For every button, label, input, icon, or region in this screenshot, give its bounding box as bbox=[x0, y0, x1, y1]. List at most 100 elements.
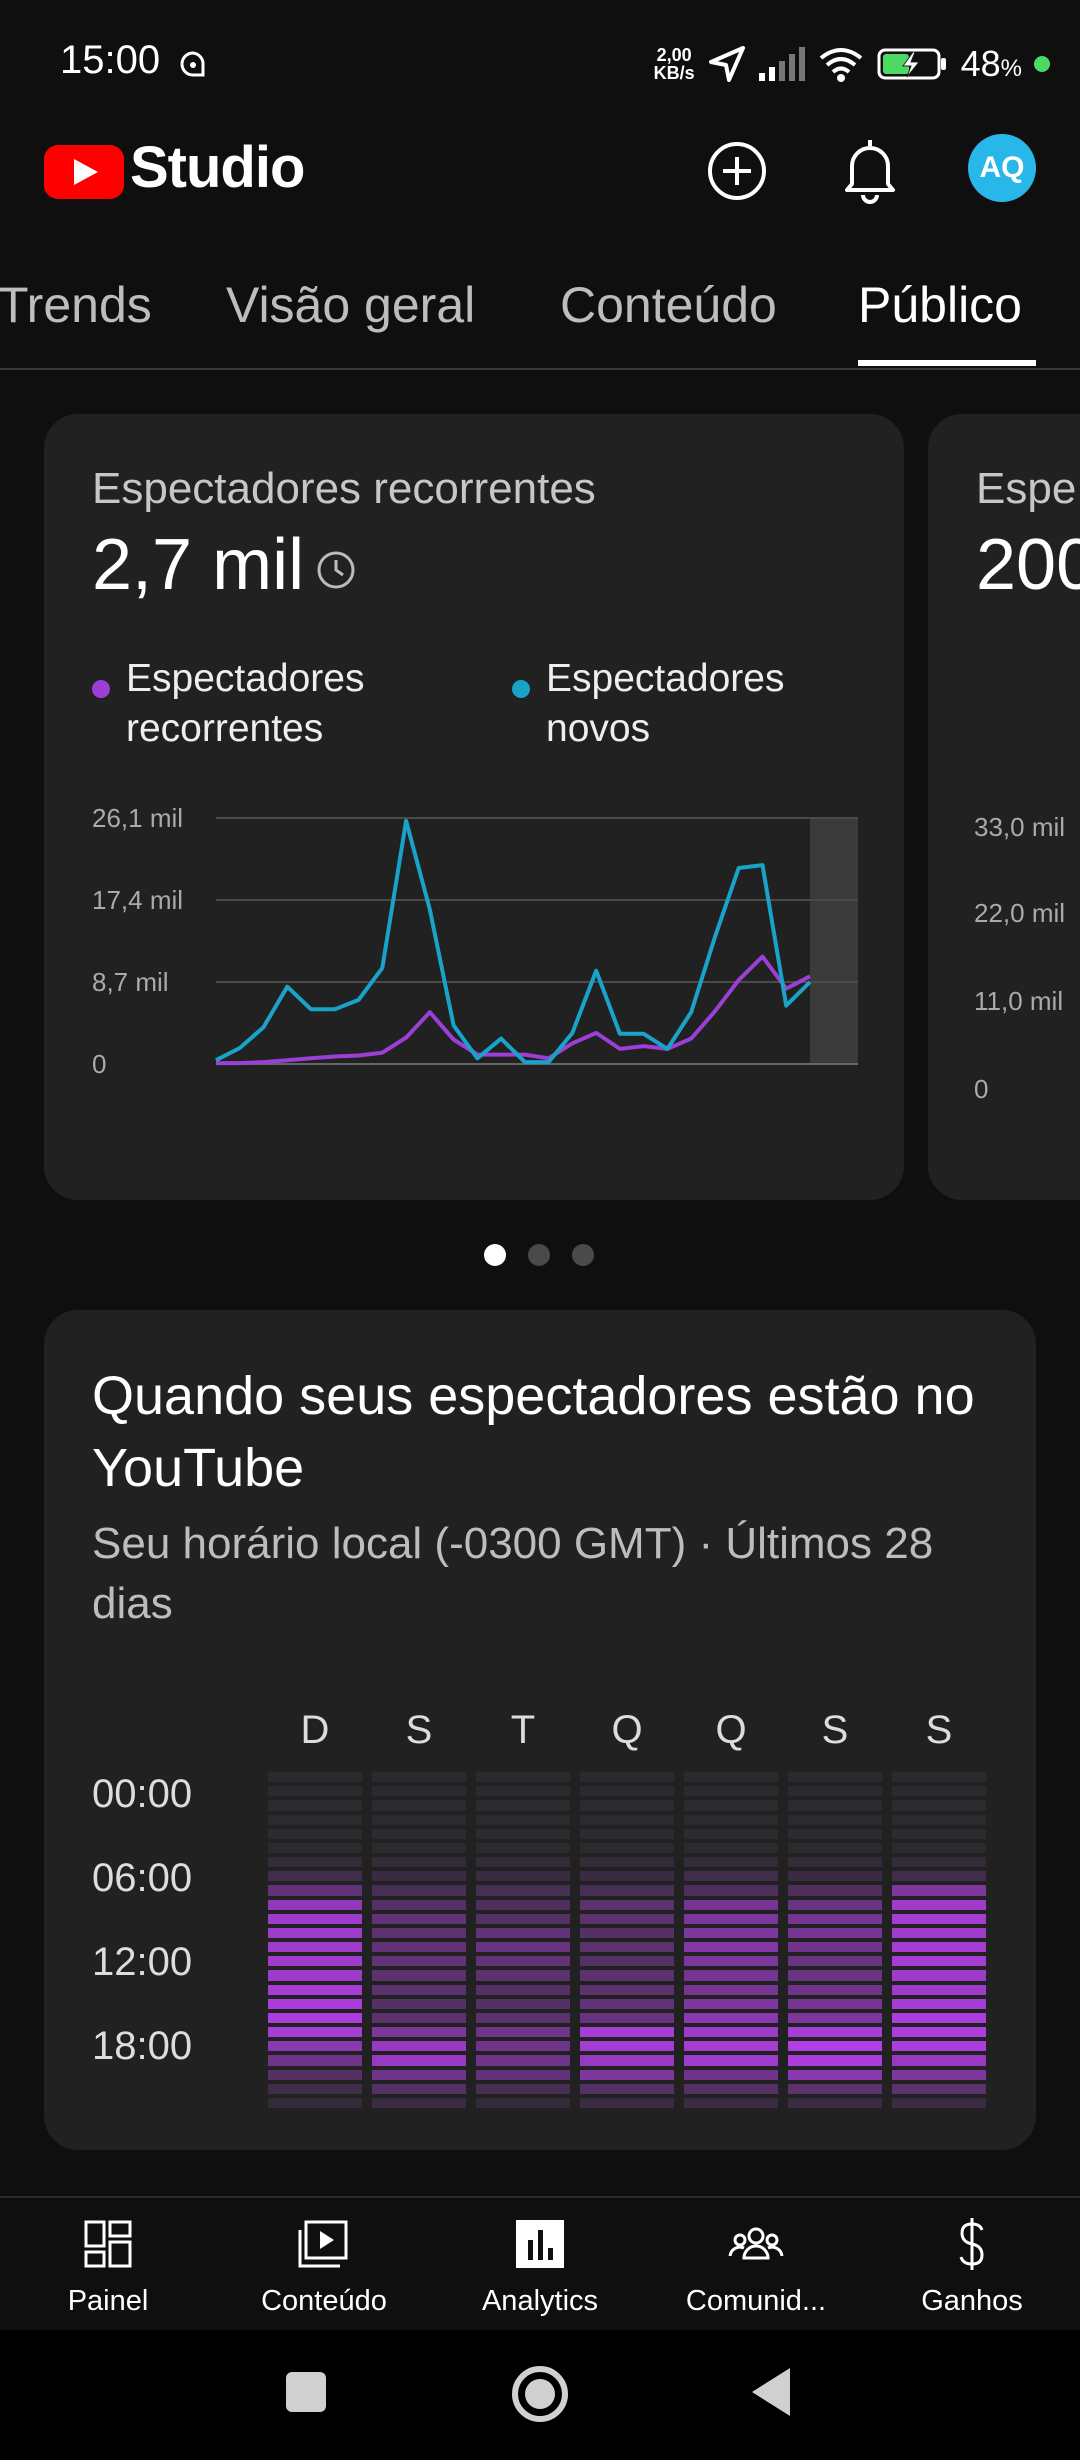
heatmap-cell bbox=[684, 1956, 778, 1967]
legend-label-line2: recorrentes bbox=[126, 707, 324, 750]
avatar[interactable]: AQ bbox=[968, 134, 1036, 202]
series-line-returning bbox=[216, 954, 811, 1066]
heatmap-cell bbox=[892, 1913, 986, 1924]
heatmap-cell bbox=[684, 1772, 778, 1783]
heatmap-cell bbox=[476, 2041, 570, 2052]
nav-dashboard[interactable]: Painel bbox=[0, 2216, 216, 2318]
tab-audience[interactable]: Público bbox=[858, 276, 1022, 334]
heatmap-cell bbox=[268, 1998, 362, 2009]
heatmap-column[interactable] bbox=[372, 1772, 466, 2109]
heatmap-cell bbox=[684, 2097, 778, 2109]
heatmap-cell bbox=[372, 1828, 466, 1839]
bottom-nav: Painel Conteúdo Analytics Comunid... Gan… bbox=[0, 2196, 1080, 2332]
heatmap-column[interactable] bbox=[268, 1772, 362, 2109]
next-card-peek[interactable]: Espe 200 33,0 mil 22,0 mil 11,0 mil 0 bbox=[928, 414, 1080, 1200]
heatmap-column[interactable] bbox=[892, 1772, 986, 2109]
heatmap-cell bbox=[788, 1857, 882, 1868]
viewers-line-chart[interactable]: 26,1 mil17,4 mil8,7 mil030 de mai.26 de … bbox=[44, 794, 904, 1094]
heatmap-cell bbox=[476, 1885, 570, 1896]
heatmap-cell bbox=[580, 1956, 674, 1967]
heatmap-cell bbox=[788, 1970, 882, 1981]
y-tick-label: 26,1 mil bbox=[92, 803, 183, 833]
heatmap-day-label: S bbox=[405, 1708, 433, 1752]
notifications-bell-icon[interactable] bbox=[840, 136, 900, 204]
home-button[interactable] bbox=[512, 2366, 568, 2422]
heatmap-cell bbox=[892, 2055, 986, 2066]
heatmap-column[interactable] bbox=[788, 1772, 882, 2109]
heatmap-cell bbox=[580, 2069, 674, 2080]
nav-content[interactable]: Conteúdo bbox=[216, 2216, 432, 2318]
community-icon bbox=[728, 2227, 784, 2260]
clock-icon[interactable] bbox=[316, 550, 356, 590]
card-value: 2,7 mil bbox=[92, 525, 305, 605]
heatmap-cell bbox=[580, 1998, 674, 2009]
pager-dot[interactable] bbox=[572, 1244, 594, 1266]
heatmap-cell bbox=[892, 1828, 986, 1839]
current-period-band bbox=[810, 818, 858, 1064]
recents-button[interactable] bbox=[286, 2372, 326, 2412]
dollar-icon bbox=[959, 2218, 984, 2270]
heatmap-hour-label: 12:00 bbox=[92, 1940, 193, 1984]
tab-content[interactable]: Conteúdo bbox=[560, 276, 777, 334]
pager-dot[interactable] bbox=[484, 1244, 506, 1266]
nav-label: Conteúdo bbox=[261, 2285, 387, 2317]
heatmap-hour-label: 06:00 bbox=[92, 1856, 193, 1900]
heatmap-column[interactable] bbox=[580, 1772, 674, 2109]
heatmap-cell bbox=[684, 2027, 778, 2038]
heatmap-cell bbox=[788, 2097, 882, 2109]
returning-viewers-card[interactable]: Espectadores recorrentes 2,7 mil Especta… bbox=[44, 414, 904, 1200]
viewers-activity-card[interactable]: Quando seus espectadores estão no YouTub… bbox=[44, 1310, 1036, 2150]
heatmap-cell bbox=[372, 1814, 466, 1825]
heatmap-cell bbox=[372, 1800, 466, 1811]
heatmap-cell bbox=[268, 1772, 362, 1783]
tab-trends[interactable]: Trends bbox=[0, 276, 152, 334]
heatmap-cell bbox=[580, 1942, 674, 1953]
heatmap-cell bbox=[892, 2012, 986, 2024]
heatmap-cell bbox=[580, 1927, 674, 1939]
heatmap-cell bbox=[268, 2083, 362, 2094]
nav-analytics[interactable]: Analytics bbox=[432, 2216, 648, 2318]
heatmap-cell bbox=[580, 2097, 674, 2109]
heatmap-cell bbox=[372, 1786, 466, 1797]
peek-y-tick: 22,0 mil bbox=[974, 898, 1066, 928]
heatmap-column[interactable] bbox=[684, 1772, 778, 2109]
nav-earnings[interactable]: Ganhos bbox=[864, 2216, 1080, 2318]
nav-community[interactable]: Comunid... bbox=[648, 2216, 864, 2318]
pager-dot[interactable] bbox=[528, 1244, 550, 1266]
heatmap-cell bbox=[268, 1786, 362, 1797]
heatmap-cell bbox=[892, 2041, 986, 2052]
content-icon bbox=[298, 2220, 348, 2268]
heatmap-cell bbox=[684, 1871, 778, 1882]
tab-bar: Trends Visão geral Conteúdo Público bbox=[0, 262, 1080, 370]
back-button[interactable] bbox=[752, 2368, 790, 2416]
tab-overview[interactable]: Visão geral bbox=[226, 276, 475, 334]
heatmap-cell bbox=[788, 2083, 882, 2094]
heatmap-cell bbox=[372, 2069, 466, 2080]
youtube-logo-icon[interactable] bbox=[44, 145, 124, 199]
series-line-new bbox=[215, 818, 812, 1065]
net-speed: 2,00 KB/s bbox=[653, 45, 695, 83]
heatmap-cell bbox=[788, 1998, 882, 2009]
heatmap-cell bbox=[892, 1885, 986, 1896]
heatmap-cell bbox=[476, 1871, 570, 1882]
heatmap-cell bbox=[372, 1927, 466, 1939]
heatmap-cell bbox=[788, 2041, 882, 2052]
heatmap-cell bbox=[788, 1800, 882, 1811]
heatmap-cell bbox=[268, 2069, 362, 2080]
peek-y-tick: 11,0 mil bbox=[974, 986, 1064, 1016]
heatmap-cell bbox=[476, 1857, 570, 1868]
heatmap-cell bbox=[892, 1927, 986, 1939]
heatmap-cell bbox=[372, 1871, 466, 1882]
heatmap-cell bbox=[684, 1970, 778, 1981]
heatmap-cell bbox=[268, 1885, 362, 1896]
heatmap-cell bbox=[788, 1786, 882, 1797]
heatmap-cell bbox=[892, 1899, 986, 1910]
create-button[interactable] bbox=[704, 138, 770, 204]
heatmap-cell bbox=[580, 1970, 674, 1981]
heatmap-cell bbox=[788, 1913, 882, 1924]
system-navigation-bar bbox=[0, 2330, 1080, 2460]
app-logo-text: Studio bbox=[130, 135, 305, 200]
battery-icon bbox=[877, 48, 946, 80]
heatmap-cell bbox=[580, 1814, 674, 1825]
heatmap-column[interactable] bbox=[476, 1772, 570, 2109]
